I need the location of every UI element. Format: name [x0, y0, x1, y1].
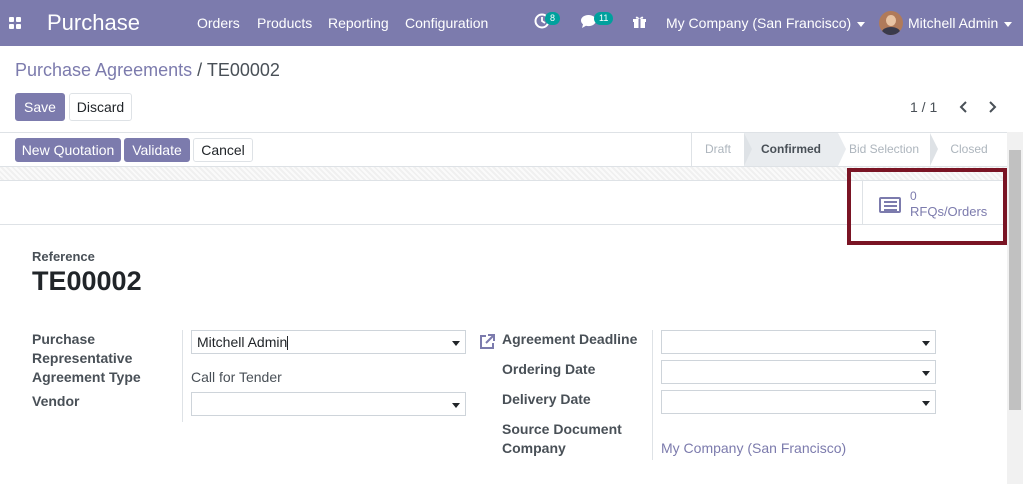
ordering-date-label: Ordering Date: [502, 361, 596, 377]
menu-products[interactable]: Products: [257, 15, 312, 31]
reference-label: Reference: [32, 249, 95, 264]
agreement-type-value: Call for Tender: [191, 369, 282, 385]
purchase-rep-label-line1: Purchase: [32, 331, 96, 347]
menu-reporting[interactable]: Reporting: [328, 15, 389, 31]
breadcrumb: Purchase Agreements / TE00002: [15, 60, 280, 81]
validate-button[interactable]: Validate: [124, 138, 190, 162]
purchase-rep-field[interactable]: Mitchell Admin: [191, 330, 466, 354]
right-group-divider: [652, 330, 653, 460]
stage-confirmed[interactable]: Confirmed: [744, 133, 846, 166]
save-button[interactable]: Save: [15, 93, 65, 121]
source-document-label: Source Document: [502, 421, 622, 437]
company-value-link[interactable]: My Company (San Francisco): [661, 440, 846, 456]
menu-configuration[interactable]: Configuration: [405, 15, 488, 31]
rfqs-label: RFQs/Orders: [910, 204, 988, 219]
activity-count-badge: 8: [545, 12, 561, 25]
breadcrumb-current: TE00002: [206, 60, 280, 80]
cancel-button[interactable]: Cancel: [193, 138, 253, 162]
stage-closed[interactable]: Closed: [930, 133, 1008, 166]
external-link-icon[interactable]: [478, 333, 496, 351]
chevron-left-icon[interactable]: [959, 101, 969, 113]
breadcrumb-parent[interactable]: Purchase Agreements: [15, 60, 192, 80]
apps-menu-icon[interactable]: [9, 17, 21, 29]
dropdown-caret-icon: [922, 341, 930, 346]
stage-draft[interactable]: Draft: [692, 133, 752, 166]
scrollbar[interactable]: [1007, 132, 1023, 484]
agreement-deadline-label: Agreement Deadline: [502, 331, 638, 347]
new-quotation-button[interactable]: New Quotation: [15, 138, 121, 162]
avatar[interactable]: [879, 11, 903, 35]
rfqs-orders-button[interactable]: 0 RFQs/Orders: [862, 181, 1003, 225]
purchase-rep-value: Mitchell Admin: [197, 334, 288, 350]
dropdown-caret-icon: [452, 403, 460, 408]
top-navbar: Purchase Orders Products Reporting Confi…: [0, 0, 1023, 46]
ordering-date-field[interactable]: [661, 360, 936, 384]
agreement-deadline-field[interactable]: [661, 330, 936, 354]
message-count-badge: 11: [594, 12, 614, 25]
discard-button[interactable]: Discard: [69, 93, 132, 121]
scrollbar-thumb[interactable]: [1009, 150, 1021, 410]
vendor-field[interactable]: [191, 392, 466, 416]
dropdown-caret-icon: [922, 401, 930, 406]
chevron-down-icon: [1004, 21, 1013, 27]
rfqs-count: 0: [910, 189, 917, 203]
app-brand[interactable]: Purchase: [47, 10, 140, 36]
delivery-date-label: Delivery Date: [502, 391, 591, 407]
user-name: Mitchell Admin: [908, 15, 999, 31]
company-switcher[interactable]: My Company (San Francisco): [666, 15, 866, 31]
breadcrumb-separator: /: [197, 60, 203, 80]
left-group-divider: [182, 330, 183, 422]
smart-button-box: 0 RFQs/Orders: [0, 181, 1007, 225]
chevron-down-icon: [857, 21, 866, 27]
company-label: Company: [502, 440, 566, 456]
reference-value: TE00002: [32, 266, 142, 296]
statusbar: New Quotation Validate Cancel Draft Conf…: [0, 132, 1023, 167]
dropdown-caret-icon: [922, 371, 930, 376]
gift-icon[interactable]: [632, 14, 647, 29]
company-name: My Company (San Francisco): [666, 15, 852, 31]
text-cursor: [287, 336, 289, 351]
stage-bid-selection[interactable]: Bid Selection: [838, 133, 938, 166]
vendor-label: Vendor: [32, 393, 80, 409]
dropdown-caret-icon: [452, 341, 460, 346]
stage-pipeline: Draft Confirmed Bid Selection Closed: [691, 133, 1008, 166]
menu-orders[interactable]: Orders: [197, 15, 240, 31]
pager-value[interactable]: 1 / 1: [910, 99, 937, 115]
delivery-date-field[interactable]: [661, 390, 936, 414]
chevron-right-icon[interactable]: [987, 101, 997, 113]
agreement-type-label: Agreement Type: [32, 369, 141, 385]
purchase-rep-label-line2: Representative: [32, 350, 133, 366]
list-icon: [879, 197, 901, 213]
user-menu[interactable]: Mitchell Admin: [908, 15, 1013, 31]
